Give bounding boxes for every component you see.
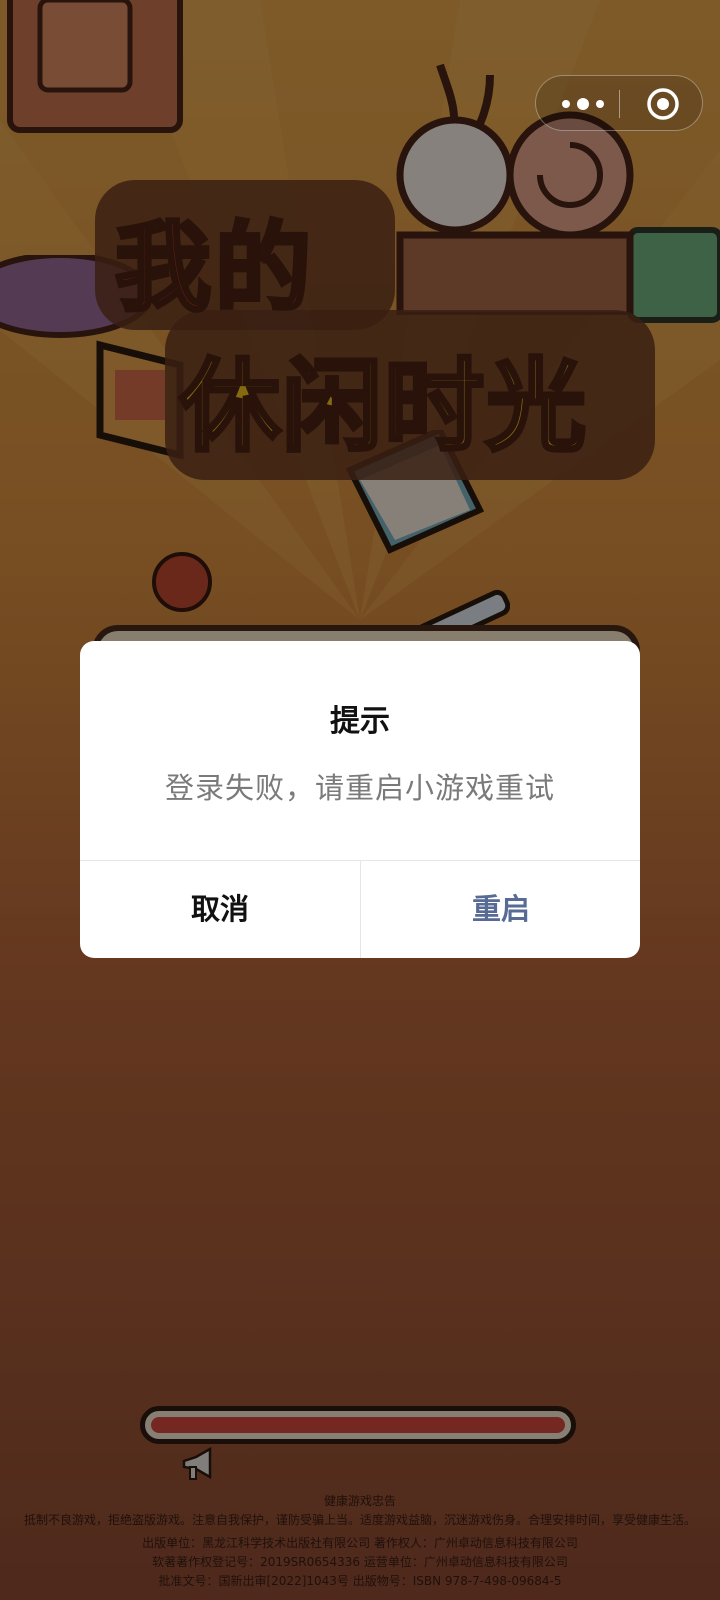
dialog-title: 提示 (330, 704, 390, 739)
mini-game-capsule (535, 75, 703, 131)
target-close-icon[interactable] (646, 87, 680, 121)
more-dots-icon[interactable] (558, 92, 608, 116)
login-failed-dialog: 提示 登录失败，请重启小游戏重试 取消 重启 (80, 641, 640, 958)
cancel-button[interactable]: 取消 (80, 861, 360, 958)
restart-button[interactable]: 重启 (361, 861, 640, 958)
dialog-message: 登录失败，请重启小游戏重试 (164, 771, 555, 805)
capsule-divider (619, 90, 620, 118)
